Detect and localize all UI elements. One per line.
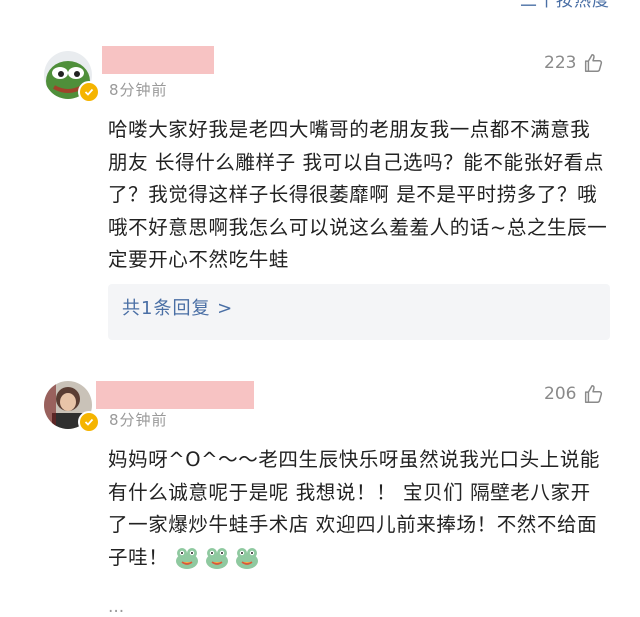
thumbs-up-icon [585,385,603,403]
frog-emoji-icon [236,548,259,569]
username-redacted [96,381,254,409]
comment-time: 8分钟前 [109,411,168,429]
like-count: 206 [544,384,577,404]
frog-emoji-icon [176,548,199,569]
emoji-group [174,546,260,570]
comment-item: 8分钟前 206 妈妈呀^O^～～老四生辰快乐呀虽然说我光口头上说能有什么诚意呢… [0,0,640,605]
next-replies-peek: ... [108,597,125,617]
verified-badge-icon [78,411,100,433]
frog-emoji-icon [206,548,229,569]
like-button[interactable]: 206 [544,383,604,405]
comment-text: 妈妈呀^O^～～老四生辰快乐呀虽然说我光口头上说能有什么诚意呢于是呢 我想说！！… [108,444,608,574]
